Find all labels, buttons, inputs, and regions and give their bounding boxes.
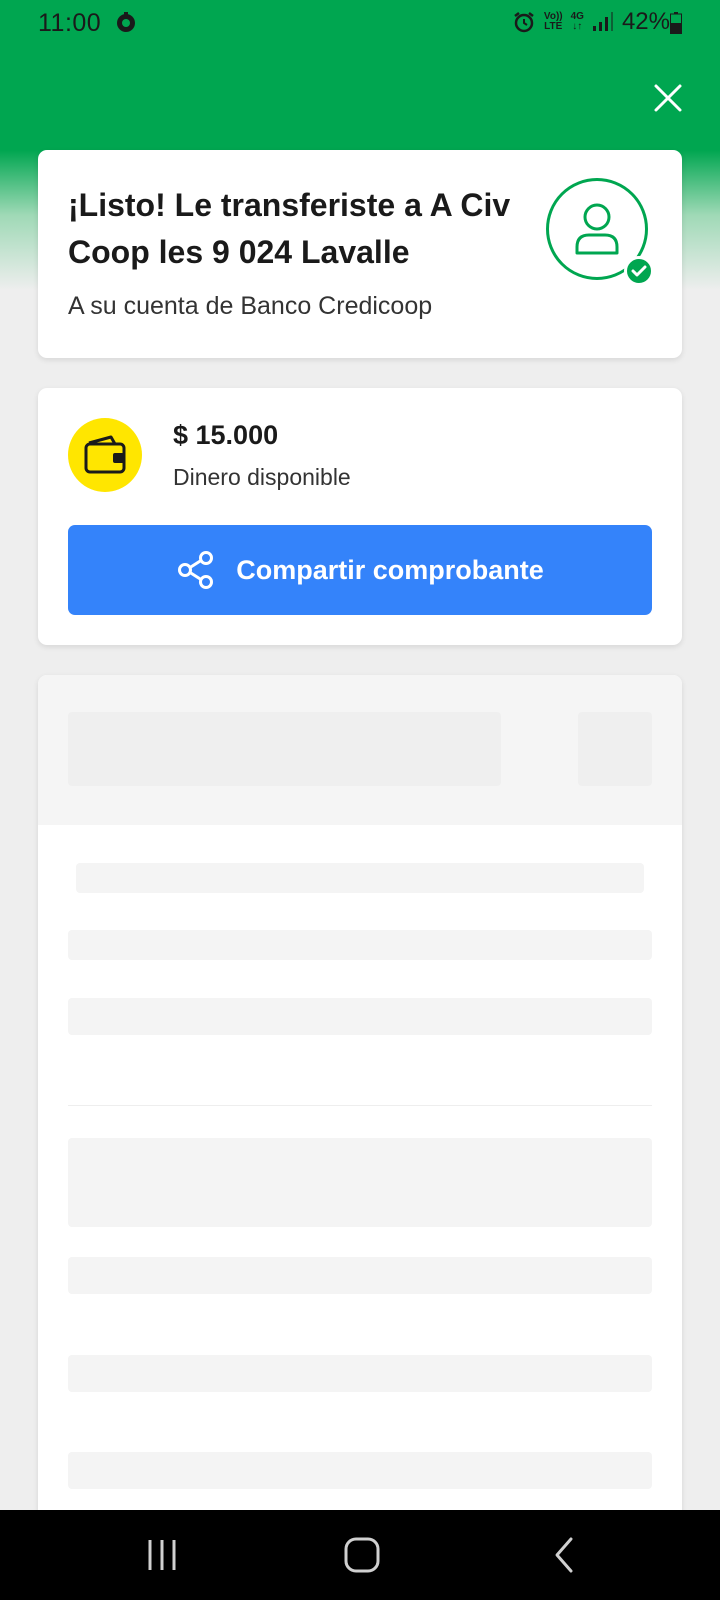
skeleton-line bbox=[68, 930, 652, 960]
back-icon bbox=[555, 1537, 573, 1573]
balance-card: $ 15.000 Dinero disponible Compartir com… bbox=[38, 388, 682, 645]
available-amount-label: Dinero disponible bbox=[173, 464, 351, 490]
available-amount: $ 15.000 bbox=[173, 420, 279, 450]
receipt-loading-card bbox=[38, 675, 682, 1600]
share-receipt-label: Compartir comprobante bbox=[236, 554, 544, 585]
skeleton-line bbox=[68, 1355, 652, 1392]
volte-indicator: Vo)) LTE bbox=[543, 11, 563, 32]
success-title: ¡Listo! Le transferiste a A Civ Coop les… bbox=[68, 187, 511, 270]
skeleton-line bbox=[68, 998, 652, 1035]
skeleton-line bbox=[68, 1452, 652, 1489]
success-badge bbox=[624, 256, 654, 286]
battery-percent: 42% bbox=[621, 8, 670, 35]
notification-app-icon bbox=[117, 12, 135, 32]
transfer-success-card: ¡Listo! Le transferiste a A Civ Coop les… bbox=[38, 150, 682, 358]
success-subtitle: A su cuenta de Banco Credicoop bbox=[68, 292, 433, 320]
system-navigation-bar bbox=[0, 1510, 720, 1600]
signal-icon bbox=[592, 12, 613, 31]
transfer-success-screen: 11:00 Vo)) LTE 4G ↓↑ 42% ¡Listo! Le tran… bbox=[0, 0, 720, 1600]
battery-icon bbox=[670, 12, 682, 34]
recent-apps-button[interactable] bbox=[132, 1532, 192, 1578]
status-time: 11:00 bbox=[38, 9, 102, 37]
skeleton-block bbox=[68, 1138, 652, 1227]
home-button[interactable] bbox=[332, 1532, 392, 1578]
wallet-icon bbox=[84, 435, 126, 474]
skeleton-line bbox=[76, 863, 644, 893]
skeleton-header-side-block bbox=[578, 712, 652, 786]
wallet-avatar bbox=[68, 418, 142, 492]
skeleton-line bbox=[68, 1257, 652, 1294]
status-icons: Vo)) LTE 4G ↓↑ 42% bbox=[512, 8, 670, 36]
recent-apps-icon bbox=[148, 1540, 176, 1570]
person-icon bbox=[575, 203, 619, 255]
alarm-icon bbox=[514, 12, 534, 33]
network-type-indicator: 4G ↓↑ bbox=[570, 11, 584, 32]
check-icon bbox=[631, 265, 647, 277]
skeleton-divider bbox=[68, 1105, 652, 1106]
skeleton-title-block bbox=[68, 712, 501, 786]
status-bar: 11:00 Vo)) LTE 4G ↓↑ 42% bbox=[0, 0, 720, 46]
back-button[interactable] bbox=[535, 1532, 595, 1578]
close-button[interactable] bbox=[648, 78, 688, 118]
close-icon bbox=[654, 84, 682, 112]
share-icon bbox=[178, 551, 214, 589]
home-icon bbox=[344, 1537, 380, 1573]
share-receipt-button[interactable]: Compartir comprobante bbox=[68, 525, 652, 615]
